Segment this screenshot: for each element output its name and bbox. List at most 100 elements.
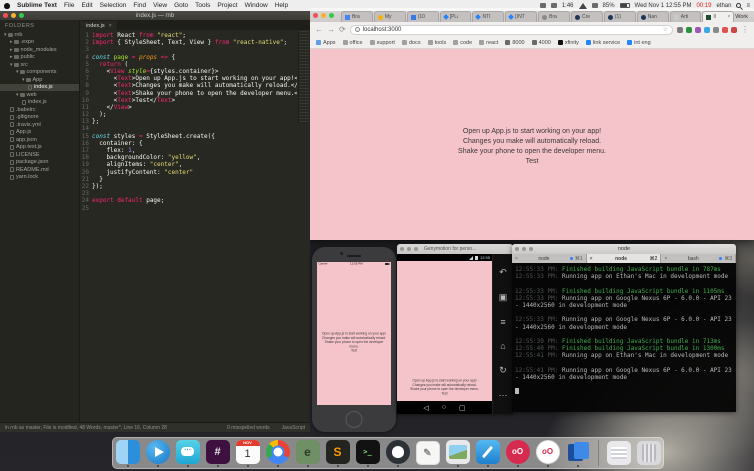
chrome-tab-10[interactable]: (10 bbox=[407, 11, 439, 22]
keyboard-icon[interactable] bbox=[540, 3, 546, 8]
apple-logo-icon[interactable] bbox=[4, 3, 10, 9]
user-menu[interactable]: ethan bbox=[716, 3, 731, 9]
zoom-window-button[interactable] bbox=[414, 247, 418, 251]
recording-timer[interactable]: 00:19 bbox=[696, 3, 711, 9]
extension-icon-5[interactable] bbox=[713, 27, 719, 33]
tree-item-license[interactable]: LICENSE bbox=[0, 151, 79, 159]
bookmark-star-icon[interactable]: ☆ bbox=[663, 26, 668, 33]
dock-item-genymotion-player-white[interactable]: oO bbox=[535, 440, 561, 467]
dock-item-preview[interactable] bbox=[445, 440, 471, 467]
chrome-tab-ll[interactable]: ll× bbox=[702, 11, 734, 22]
dock-item-chrome[interactable] bbox=[265, 440, 291, 467]
extension-icon-4[interactable] bbox=[704, 27, 710, 33]
chrome-tab-my[interactable]: My bbox=[374, 11, 406, 22]
browser-viewport[interactable]: Open up App.js to start working on your … bbox=[310, 49, 754, 240]
dock-item-notes[interactable]: ✎ bbox=[415, 441, 441, 465]
chrome-tab-pl[interactable]: [PL/ bbox=[440, 11, 472, 22]
tab-close-icon[interactable]: × bbox=[109, 23, 112, 29]
tree-item--gitignore[interactable]: .gitignore bbox=[0, 114, 79, 122]
genymotion-title-bar[interactable]: Genymotion for perso... bbox=[397, 244, 513, 254]
tree-item-app-test-js[interactable]: App.test.js bbox=[0, 144, 79, 152]
chrome-tab-nan[interactable]: Nan bbox=[637, 11, 669, 22]
menu-clock[interactable]: Wed Nov 1 12:55 PM bbox=[635, 3, 692, 9]
extension-icon-6[interactable] bbox=[722, 27, 728, 33]
dock-item-github[interactable] bbox=[385, 440, 411, 467]
menu-icon[interactable]: ≡ bbox=[500, 317, 505, 327]
terminal-tab-node[interactable]: ×node⌘2 bbox=[587, 254, 662, 263]
spotlight-search-icon[interactable] bbox=[736, 3, 741, 8]
timer-status[interactable]: 1:46 bbox=[562, 3, 574, 9]
recents-icon[interactable]: ▣ bbox=[499, 292, 508, 303]
chrome-tab-nti[interactable]: NTI bbox=[472, 11, 504, 22]
dock-item-sublime-text[interactable]: S bbox=[325, 440, 351, 467]
chrome-tab-bra[interactable]: Bra bbox=[341, 11, 373, 22]
display-icon[interactable] bbox=[551, 3, 557, 8]
rotate-icon[interactable]: ↻ bbox=[499, 365, 507, 376]
menu-tools[interactable]: Tools bbox=[195, 2, 210, 9]
tree-item-src[interactable]: ▾src bbox=[0, 61, 79, 69]
home-button[interactable] bbox=[346, 411, 363, 428]
dock-item-evernote[interactable]: e bbox=[295, 440, 321, 467]
tab-close-icon[interactable]: × bbox=[664, 256, 667, 262]
bookmark-react[interactable]: react bbox=[479, 40, 498, 46]
tree-item--travis-yml[interactable]: .travis.yml bbox=[0, 121, 79, 129]
menu-goto[interactable]: Goto bbox=[174, 2, 188, 9]
tree-item-index-js[interactable]: index.js bbox=[0, 99, 79, 107]
dock-item-iterm[interactable]: >_ bbox=[355, 440, 381, 467]
site-info-icon[interactable]: i bbox=[355, 27, 360, 32]
syntax-status[interactable]: JavaScript bbox=[282, 425, 305, 431]
bookmark-tools[interactable]: tools bbox=[428, 40, 447, 46]
back-button[interactable]: ← bbox=[315, 26, 323, 34]
bookmark-8000[interactable]: 8000 bbox=[505, 40, 524, 46]
menu-window[interactable]: Window bbox=[245, 2, 268, 9]
extension-icon-3[interactable] bbox=[695, 27, 701, 33]
minimize-window-button[interactable] bbox=[11, 13, 16, 18]
notification-center-icon[interactable]: ≡ bbox=[746, 3, 750, 9]
dock-item-xcode[interactable] bbox=[475, 440, 501, 467]
android-back-icon[interactable]: ◁ bbox=[423, 404, 428, 412]
tree-item-index-js[interactable]: index.js bbox=[0, 84, 79, 92]
reload-button[interactable]: ⟳ bbox=[339, 26, 346, 34]
tree-item-web[interactable]: ▾web bbox=[0, 91, 79, 99]
url-text[interactable]: localhost:3000 bbox=[363, 27, 402, 33]
menu-project[interactable]: Project bbox=[217, 2, 237, 9]
menu-help[interactable]: Help bbox=[275, 2, 288, 9]
dock-item-airmail[interactable] bbox=[145, 440, 171, 467]
minimize-window-button[interactable] bbox=[407, 247, 411, 251]
bookmark-int-eng[interactable]: int eng bbox=[627, 40, 651, 46]
zoom-window-button[interactable] bbox=[329, 13, 334, 18]
dock-item-downloads-folder[interactable] bbox=[606, 441, 632, 465]
tree-item--babelrc[interactable]: .babelrc bbox=[0, 106, 79, 114]
tab-close-icon[interactable]: × bbox=[515, 256, 518, 262]
terminal-output[interactable]: 12:55:33 PM: Finished building JavaScrip… bbox=[512, 263, 736, 412]
tree-item--expo[interactable]: ▸.expo bbox=[0, 39, 79, 47]
dock-item-genymotion-player-red[interactable]: oO bbox=[505, 440, 531, 467]
bookmark-code[interactable]: code bbox=[453, 40, 472, 46]
extension-icon-1[interactable] bbox=[677, 27, 683, 33]
terminal-tab-bash[interactable]: ×bash⌘3 bbox=[661, 254, 736, 263]
bookmark-support[interactable]: support bbox=[370, 40, 395, 46]
address-bar[interactable]: i localhost:3000 ☆ bbox=[350, 25, 673, 35]
terminal-tab-node[interactable]: ×node⌘1 bbox=[512, 254, 587, 263]
tab-close-icon[interactable]: × bbox=[590, 256, 593, 262]
tree-item-node-modules[interactable]: ▸node_modules bbox=[0, 46, 79, 54]
menu-edit[interactable]: Edit bbox=[81, 2, 92, 9]
bookmark-office[interactable]: office bbox=[343, 40, 363, 46]
home-icon[interactable]: ⌂ bbox=[500, 341, 505, 351]
chrome-tab-bra[interactable]: Bra bbox=[538, 11, 570, 22]
chrome-tab-int[interactable]: [INT bbox=[505, 11, 537, 22]
sublime-title-bar[interactable]: index.js — rnb bbox=[0, 11, 310, 20]
tree-item-rnb[interactable]: ▾rnb bbox=[0, 31, 79, 39]
android-recents-icon[interactable]: ▢ bbox=[459, 404, 466, 412]
tree-item-yarn-lock[interactable]: yarn.lock bbox=[0, 174, 79, 182]
bookmark-apps[interactable]: Apps bbox=[316, 40, 336, 46]
back-icon[interactable]: ↶ bbox=[499, 267, 507, 278]
chrome-tab-arti[interactable]: Arti bbox=[670, 11, 702, 22]
tab-close-icon[interactable]: × bbox=[727, 14, 730, 20]
dock-item-slack[interactable]: # bbox=[205, 440, 231, 467]
bookmark-xfinity[interactable]: xfinity bbox=[558, 40, 579, 46]
code-editor[interactable]: 1import React from "react";2import { Sty… bbox=[81, 30, 297, 422]
iphone-screen[interactable]: Carrier 12:55 PM Open up App.js to start… bbox=[317, 262, 391, 405]
chrome-tab-1[interactable]: (1) bbox=[604, 11, 636, 22]
bookmark-docs[interactable]: docs bbox=[402, 40, 421, 46]
